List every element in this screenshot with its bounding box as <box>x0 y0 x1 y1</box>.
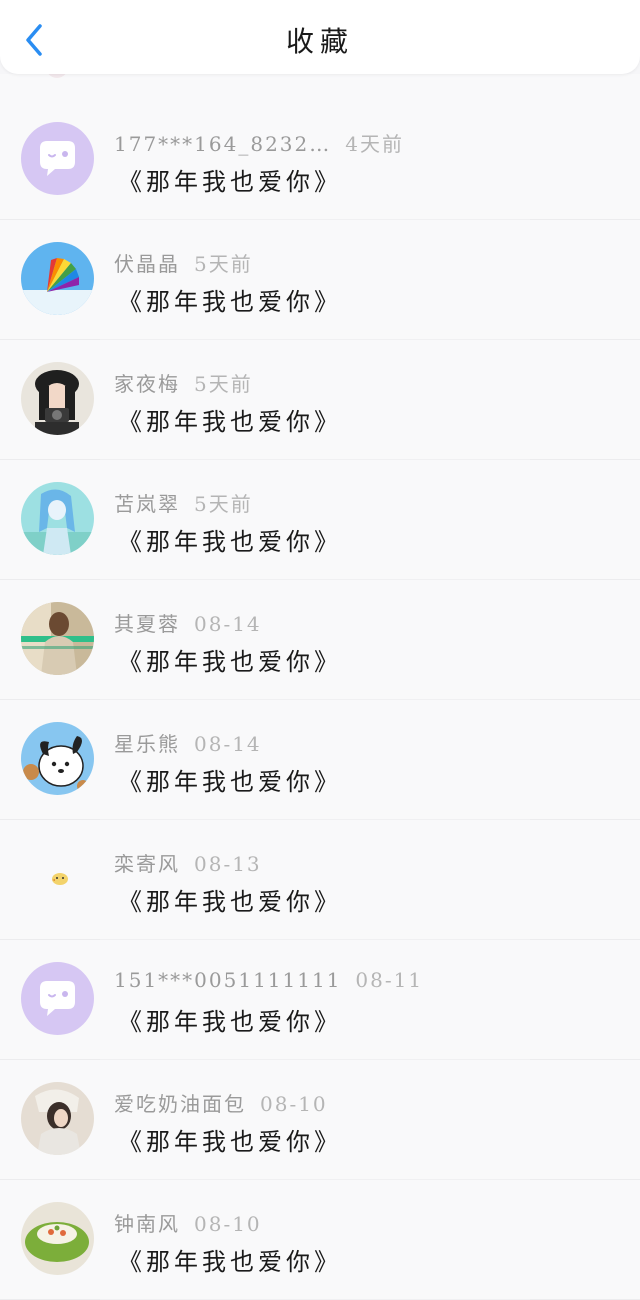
avatar[interactable] <box>21 1082 94 1155</box>
favorites-list: 177***164_8232… 4天前 《那年我也爱你》 伏晶晶 5天前 《那年我也… <box>0 100 640 1300</box>
avatar[interactable] <box>21 242 94 315</box>
avatar[interactable] <box>21 122 94 195</box>
timestamp: 08-13 <box>194 852 262 876</box>
list-item[interactable]: 星乐熊 08-14 《那年我也爱你》 <box>0 700 640 820</box>
avatar[interactable] <box>21 722 94 795</box>
list-item[interactable]: 爱吃奶油面包 08-10 《那年我也爱你》 <box>0 1060 640 1180</box>
item-content: 《那年我也爱你》 <box>118 768 342 796</box>
timestamp: 5天前 <box>194 372 253 396</box>
item-meta: 星乐熊 08-14 <box>114 728 262 757</box>
item-meta: 钟南风 08-10 <box>114 1208 262 1237</box>
list-item[interactable]: 177***164_8232… 4天前 《那年我也爱你》 <box>0 100 640 220</box>
timestamp: 4天前 <box>345 132 404 156</box>
user-name: 177***164_8232… <box>114 132 332 156</box>
item-content: 《那年我也爱你》 <box>118 648 342 676</box>
user-name: 伏晶晶 <box>114 252 180 276</box>
item-content: 《那年我也爱你》 <box>118 1128 342 1156</box>
list-item[interactable]: 钟南风 08-10 《那年我也爱你》 <box>0 1180 640 1300</box>
girl-room-avatar-icon <box>21 602 94 675</box>
avatar[interactable] <box>21 1202 94 1275</box>
item-meta: 爱吃奶油面包 08-10 <box>114 1088 328 1117</box>
item-meta: 家夜梅 5天前 <box>114 368 253 397</box>
avatar[interactable] <box>21 842 94 915</box>
item-content: 《那年我也爱你》 <box>118 528 342 556</box>
avatar[interactable] <box>21 962 94 1035</box>
item-content: 《那年我也爱你》 <box>118 408 342 436</box>
chat-bubble-avatar-icon <box>21 122 94 195</box>
item-content: 《那年我也爱你》 <box>118 1248 342 1276</box>
timestamp: 5天前 <box>194 492 253 516</box>
anime-girl-avatar-icon <box>21 482 94 555</box>
food-plate-avatar-icon <box>21 1202 94 1275</box>
item-content: 《那年我也爱你》 <box>118 168 342 196</box>
avatar[interactable] <box>21 362 94 435</box>
list-item[interactable]: 苫岚翠 5天前 《那年我也爱你》 <box>0 460 640 580</box>
list-item[interactable]: 其夏蓉 08-14 《那年我也爱你》 <box>0 580 640 700</box>
page-title: 收藏 <box>285 25 354 58</box>
timestamp: 08-14 <box>194 612 262 636</box>
girl-portrait-avatar-icon <box>21 1082 94 1155</box>
timestamp: 08-10 <box>194 1212 262 1236</box>
item-meta: 其夏蓉 08-14 <box>114 608 262 637</box>
small-chick-avatar-icon <box>21 842 94 915</box>
fan-photo-avatar-icon <box>21 242 94 315</box>
chat-bubble-avatar-icon <box>21 962 94 1035</box>
user-name: 栾寄风 <box>114 852 180 876</box>
user-name: 钟南风 <box>114 1212 180 1236</box>
user-name: 其夏蓉 <box>114 612 180 636</box>
list-item[interactable]: 151***0051111111 08-11 《那年我也爱你》 <box>0 940 640 1060</box>
item-meta: 苫岚翠 5天前 <box>114 488 253 517</box>
header-bar: 收藏 <box>0 0 640 74</box>
timestamp: 08-14 <box>194 732 262 756</box>
timestamp: 08-10 <box>260 1092 328 1116</box>
item-meta: 伏晶晶 5天前 <box>114 248 253 277</box>
item-content: 《那年我也爱你》 <box>118 1008 342 1036</box>
list-item[interactable]: 栾寄风 08-13 《那年我也爱你》 <box>0 820 640 940</box>
item-content: 《那年我也爱你》 <box>118 888 342 916</box>
cartoon-dog-avatar-icon <box>21 722 94 795</box>
list-item[interactable]: 家夜梅 5天前 《那年我也爱你》 <box>0 340 640 460</box>
user-name: 星乐熊 <box>114 732 180 756</box>
user-name: 家夜梅 <box>114 372 180 396</box>
avatar[interactable] <box>21 482 94 555</box>
partial-list-item <box>0 64 640 101</box>
timestamp: 5天前 <box>194 252 253 276</box>
list-item[interactable]: 伏晶晶 5天前 《那年我也爱你》 <box>0 220 640 340</box>
item-content: 《那年我也爱你》 <box>118 288 342 316</box>
user-name: 爱吃奶油面包 <box>114 1092 246 1116</box>
girl-camera-avatar-icon <box>21 362 94 435</box>
user-name: 151***0051111111 <box>114 968 342 992</box>
user-name: 苫岚翠 <box>114 492 180 516</box>
avatar[interactable] <box>21 602 94 675</box>
timestamp: 08-11 <box>355 968 424 992</box>
item-meta: 151***0051111111 08-11 <box>114 968 423 992</box>
item-meta: 177***164_8232… 4天前 <box>114 128 404 157</box>
item-meta: 栾寄风 08-13 <box>114 848 262 877</box>
